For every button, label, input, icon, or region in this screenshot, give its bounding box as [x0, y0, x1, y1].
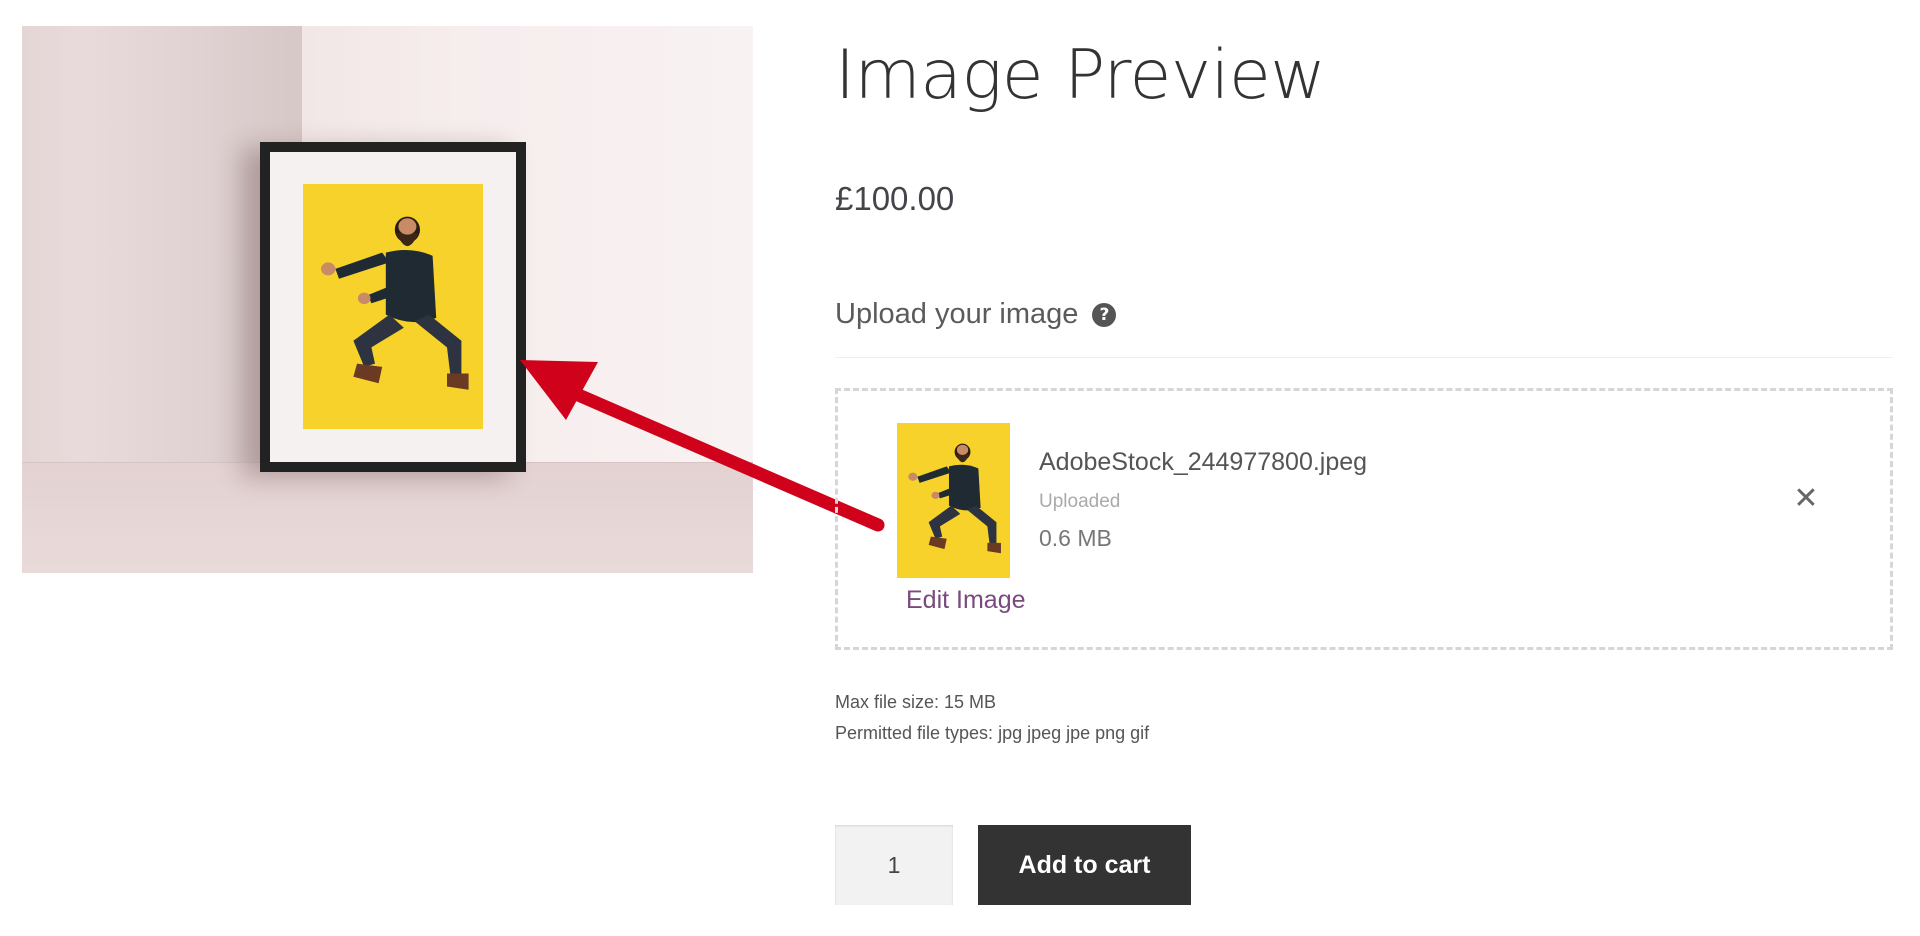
picture-frame: [260, 142, 526, 472]
jumping-man-figure: [897, 423, 1010, 578]
framed-print: [303, 184, 483, 429]
file-name: AdobeStock_244977800.jpeg: [1039, 448, 1368, 476]
uploaded-image-thumbnail[interactable]: [897, 423, 1010, 578]
quantity-input[interactable]: [835, 825, 953, 905]
upload-dropzone[interactable]: Edit Image AdobeStock_244977800.jpeg Upl…: [835, 388, 1893, 650]
product-price: £100.00: [835, 180, 955, 217]
shelf: [22, 462, 753, 573]
upload-label-text: Upload your image: [835, 298, 1079, 330]
jumping-man-figure: [303, 184, 483, 429]
close-icon[interactable]: ✕: [1791, 484, 1821, 514]
frame-mat: [270, 152, 516, 462]
divider: [835, 357, 1893, 358]
upload-limits: Max file size: 15 MB Permitted file type…: [835, 687, 1149, 749]
file-size: 0.6 MB: [1039, 525, 1112, 551]
question-circle-icon[interactable]: ?: [1092, 302, 1117, 327]
edit-image-link[interactable]: Edit Image: [906, 586, 1026, 615]
max-file-size: Max file size: 15 MB: [835, 692, 997, 712]
product-title: Image Preview: [835, 36, 1326, 115]
upload-label: Upload your image ?: [835, 298, 1117, 331]
permitted-file-types: Permitted file types: jpg jpeg jpe png g…: [835, 723, 1150, 743]
file-status: Uploaded: [1039, 491, 1121, 512]
add-to-cart-button[interactable]: Add to cart: [978, 825, 1191, 905]
product-image[interactable]: [22, 26, 753, 573]
